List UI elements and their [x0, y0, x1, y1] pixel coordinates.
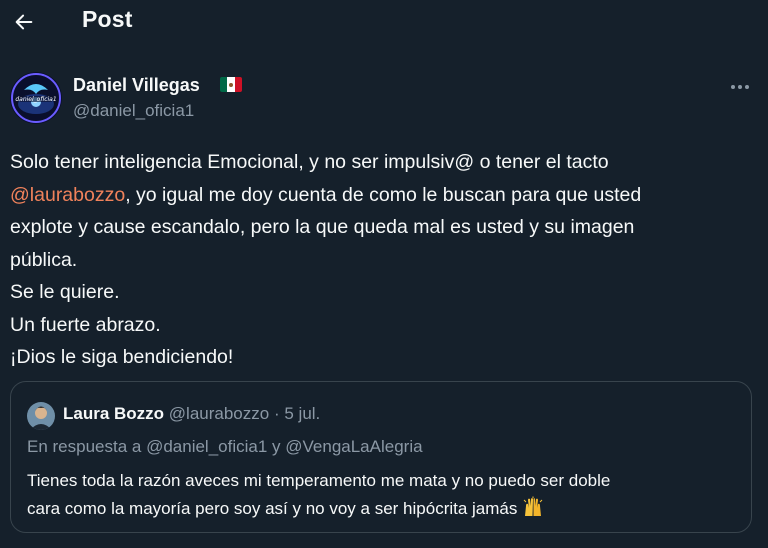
raising-hands-icon [522, 496, 544, 527]
avatar-text: daniel_oficia1 [15, 96, 56, 103]
post-line-7: ¡Dios le siga bendiciendo! [10, 346, 234, 368]
post-line-6: Un fuerte abrazo. [10, 313, 161, 336]
post-text: Solo tener inteligencia Emocional, y no … [10, 146, 758, 374]
post-line-4: pública. [10, 248, 78, 271]
quote-separator: · [273, 404, 280, 423]
post-line-5: Se le quiere. [10, 281, 120, 303]
quote-date[interactable]: 5 jul. [284, 404, 320, 423]
author-name[interactable]: Daniel Villegas [73, 75, 200, 96]
avatar[interactable]: daniel_oficia1 [10, 72, 62, 124]
post-line-1: Solo tener inteligencia Emocional, y no … [10, 151, 609, 173]
quote-avatar[interactable] [27, 402, 55, 430]
post-line-2: @laurabozzo, yo igual me doy cuenta de c… [10, 179, 758, 212]
quote-header: Laura Bozzo @laurabozzo · 5 jul. [63, 404, 320, 424]
post-line-3: explote y cause escandalo, pero la que q… [10, 216, 635, 238]
quote-author-handle[interactable]: @laurabozzo [169, 404, 269, 423]
post-line-2-text: , yo igual me doy cuenta de como le busc… [125, 183, 642, 206]
quoted-post[interactable]: Laura Bozzo @laurabozzo · 5 jul. En resp… [10, 381, 752, 533]
post-page: Post daniel_oficia1 Daniel Villegas @dan… [0, 0, 768, 548]
mention-link[interactable]: @laurabozzo [10, 184, 125, 206]
quote-line-2: cara como la mayoría pero soy así y no v… [27, 495, 610, 523]
arrow-left-icon [15, 14, 33, 30]
back-button[interactable] [10, 8, 38, 36]
author-handle[interactable]: @daniel_oficia1 [73, 101, 194, 121]
more-icon [731, 85, 735, 89]
quote-reply-to: En respuesta a @daniel_oficia1 y @VengaL… [27, 437, 423, 456]
header: Post [0, 0, 768, 46]
quote-line-2-text: cara como la mayoría pero soy así y no v… [27, 499, 518, 518]
more-options-button[interactable] [728, 80, 752, 94]
quote-text: Tienes toda la razón aveces mi temperame… [27, 467, 610, 523]
quote-line-1: Tienes toda la razón aveces mi temperame… [27, 471, 611, 490]
quote-author-name[interactable]: Laura Bozzo [63, 404, 164, 423]
page-title: Post [82, 6, 133, 32]
mexico-flag-icon [220, 77, 242, 92]
